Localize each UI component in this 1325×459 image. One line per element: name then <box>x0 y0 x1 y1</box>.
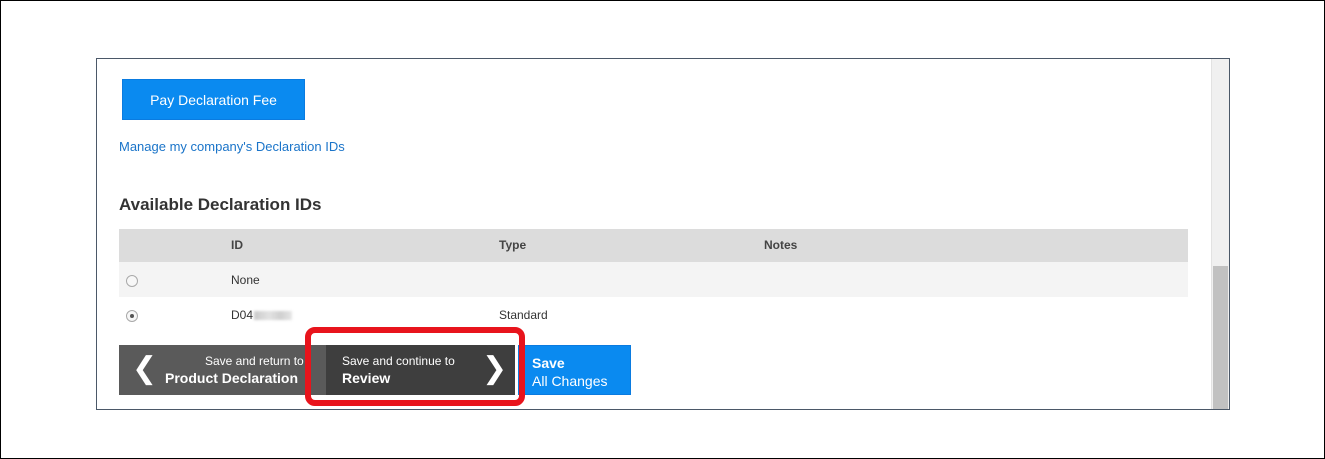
table-row[interactable]: None <box>119 262 1188 297</box>
row-id-text: D04 <box>231 308 254 322</box>
header-type: Type <box>499 238 527 252</box>
save-and-return-button[interactable]: ❮ Save and return to Product Declaration <box>119 345 331 395</box>
save-button-line2: All Changes <box>532 373 608 389</box>
row-type: Standard <box>499 308 548 322</box>
section-title: Available Declaration IDs <box>119 195 322 214</box>
chevron-right-icon: ❯ <box>482 352 508 385</box>
row-id: None <box>231 273 260 287</box>
header-notes: Notes <box>764 238 798 252</box>
redacted-id-suffix <box>254 311 293 321</box>
chevron-left-icon: ❮ <box>132 352 158 385</box>
table-row[interactable]: D04 Standard <box>119 297 1188 332</box>
back-button-line2: Product Declaration <box>165 370 299 386</box>
manage-declaration-ids-link[interactable]: Manage my company's Declaration IDs <box>119 139 345 154</box>
row-id: D04 <box>231 308 293 322</box>
back-button-line1: Save and return to <box>205 354 304 368</box>
next-button-line1: Save and continue to <box>342 354 455 368</box>
header-id: ID <box>231 238 243 252</box>
save-and-continue-button[interactable]: Save and continue to Review ❯ <box>326 345 515 395</box>
save-button-line1: Save <box>532 355 565 371</box>
save-all-changes-button[interactable]: Save All Changes <box>518 345 631 395</box>
row-radio-d04[interactable] <box>126 310 138 322</box>
pay-declaration-fee-button[interactable]: Pay Declaration Fee <box>122 79 305 120</box>
declaration-ids-table: ID Type Notes None D04 Standard <box>119 229 1188 332</box>
row-radio-none[interactable] <box>126 275 138 287</box>
table-header: ID Type Notes <box>119 229 1188 262</box>
declaration-panel: Pay Declaration Fee Manage my company's … <box>96 58 1230 410</box>
next-button-line2: Review <box>342 370 391 386</box>
scrollbar-thumb[interactable] <box>1213 266 1228 409</box>
